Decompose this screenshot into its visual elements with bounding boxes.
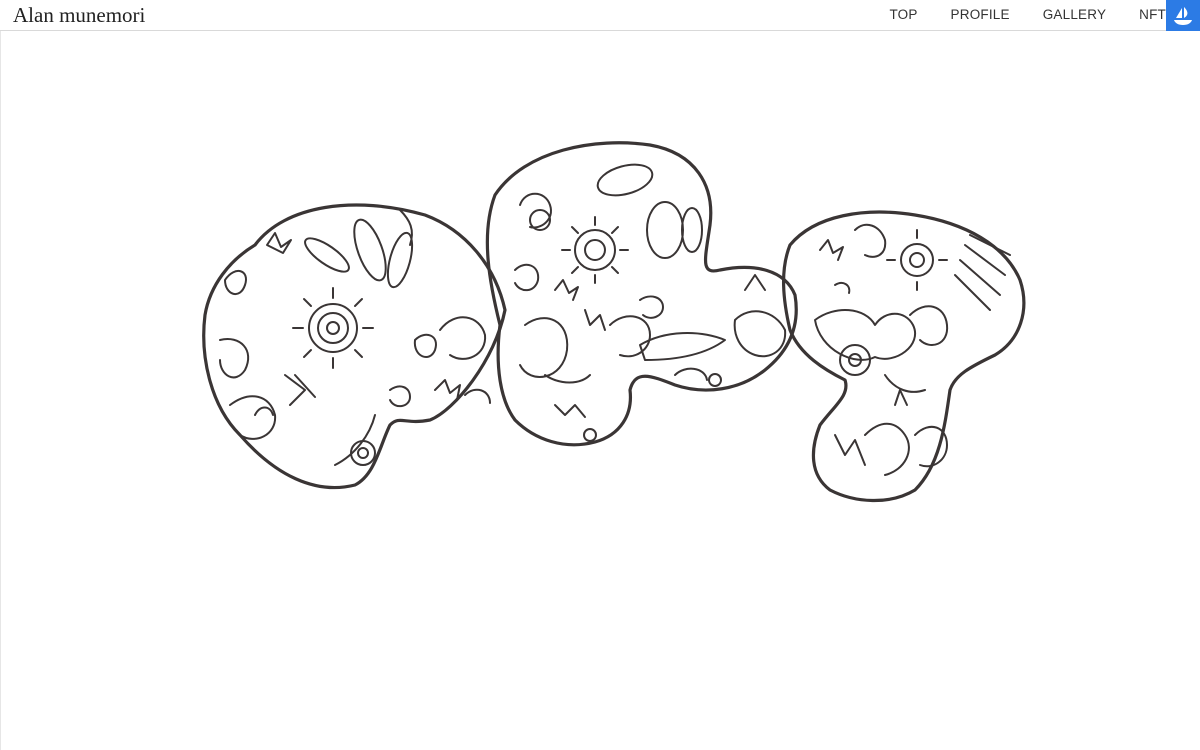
site-title-link[interactable]: Alan munemori xyxy=(13,3,145,27)
nav-top[interactable]: TOP xyxy=(889,0,917,30)
doodle-artwork-image xyxy=(202,141,1026,503)
opensea-button[interactable] xyxy=(1166,0,1200,31)
nav-profile[interactable]: PROFILE xyxy=(951,0,1010,30)
page-left-border xyxy=(0,31,1,750)
main-nav: TOP PROFILE GALLERY NFT xyxy=(889,0,1166,30)
opensea-ship-icon xyxy=(1174,6,1192,25)
nav-gallery[interactable]: GALLERY xyxy=(1043,0,1106,30)
site-header: Alan munemori TOP PROFILE GALLERY NFT xyxy=(0,0,1200,31)
nav-nft[interactable]: NFT xyxy=(1139,0,1166,30)
